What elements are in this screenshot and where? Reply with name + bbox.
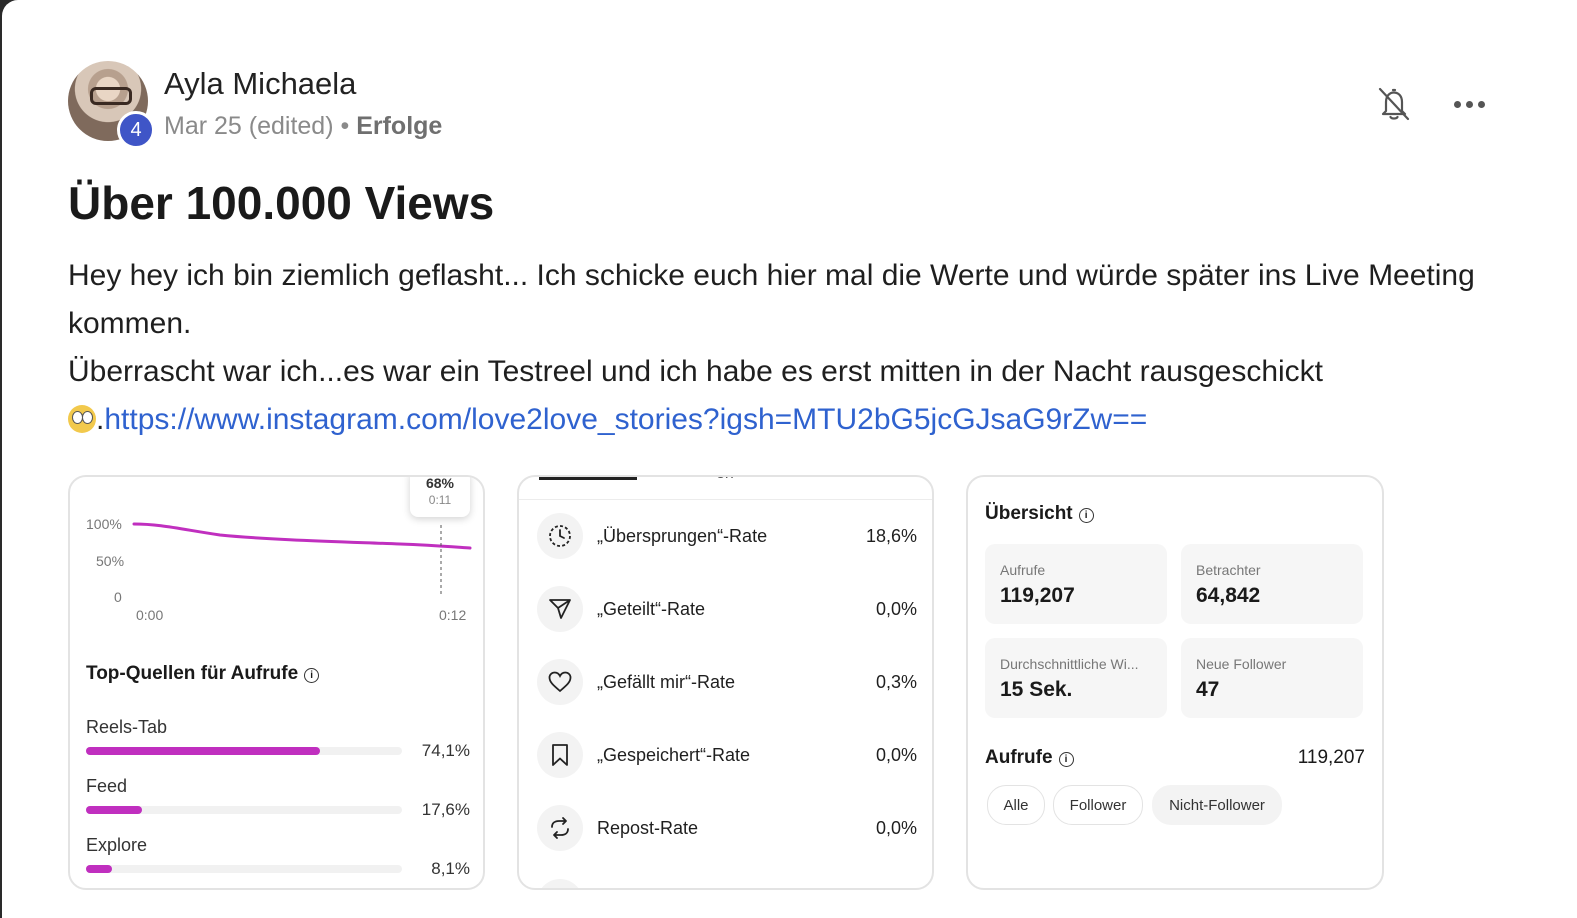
body-paragraph-1: Hey hey ich bin ziemlich geflasht... Ich… bbox=[68, 259, 1475, 340]
source-bar-track bbox=[86, 806, 402, 814]
tile-label: Aufrufe bbox=[1000, 562, 1046, 578]
x-label-start: 0:00 bbox=[136, 607, 164, 623]
source-reels-tab: Reels-Tab 74,1% bbox=[86, 717, 470, 760]
screenshot-rates-panel[interactable]: en „Übersprungen“-Rate 18,6% „Geteilt“-R… bbox=[517, 475, 934, 890]
source-percent: 8,1% bbox=[431, 859, 470, 878]
level-badge: 4 bbox=[117, 111, 155, 149]
source-label: Explore bbox=[86, 835, 148, 855]
source-bar-track bbox=[86, 747, 402, 755]
source-bar-fill bbox=[86, 806, 142, 814]
tile-label: Neue Follower bbox=[1196, 656, 1287, 672]
more-options-icon[interactable] bbox=[1454, 92, 1494, 116]
source-bar-fill bbox=[86, 865, 112, 873]
sources-title: Top-Quellen für Aufrufe i bbox=[86, 663, 320, 685]
rate-label: „Gefällt mir“-Rate bbox=[597, 672, 736, 692]
post-card: 4 Ayla Michaela Mar 25 (edited) • Erfolg… bbox=[2, 0, 1577, 918]
screenshot-retention-panel[interactable]: 68% 0:11 100% 50% 0 0:00 0:12 Top-Quelle… bbox=[68, 475, 485, 890]
rate-label: „Übersprungen“-Rate bbox=[597, 526, 768, 546]
tile-avg-watch-time: Durchschnittliche Wi... 15 Sek. bbox=[985, 638, 1167, 718]
chip-followers[interactable]: Follower bbox=[1053, 785, 1143, 825]
rate-value: 0,3% bbox=[875, 672, 917, 692]
source-percent: 74,1% bbox=[421, 741, 470, 760]
author-name[interactable]: Ayla Michaela bbox=[164, 66, 356, 102]
source-percent: 17,6% bbox=[421, 800, 470, 819]
views-section-title: Aufrufe i bbox=[985, 747, 1074, 769]
chip-non-followers[interactable]: Nicht-Follower bbox=[1152, 785, 1282, 825]
source-bar-track bbox=[86, 865, 402, 873]
tile-new-followers: Neue Follower 47 bbox=[1181, 638, 1363, 718]
source-feed: Feed 17,6% bbox=[86, 776, 470, 819]
tile-value: 64,842 bbox=[1196, 584, 1261, 607]
tile-label: Betrachter bbox=[1196, 562, 1261, 578]
body-paragraph-2: Überrascht war ich...es war ein Testreel… bbox=[68, 348, 1488, 444]
rate-row-liked: „Gefällt mir“-Rate 0,3% bbox=[537, 659, 917, 707]
share-icon bbox=[537, 586, 583, 632]
overview-title: Übersicht i bbox=[985, 503, 1094, 525]
post-body: Hey hey ich bin ziemlich geflasht... Ich… bbox=[68, 252, 1488, 444]
rate-row-shared: „Geteilt“-Rate 0,0% bbox=[537, 586, 917, 634]
source-label: Feed bbox=[86, 776, 128, 796]
tile-value: 119,207 bbox=[1000, 584, 1075, 607]
rate-row-repost: Repost-Rate 0,0% bbox=[537, 805, 917, 853]
tab-divider bbox=[519, 499, 932, 500]
tile-value: 15 Sek. bbox=[1000, 678, 1073, 701]
rate-value: 0,0% bbox=[875, 599, 917, 619]
views-total: 119,207 bbox=[1297, 747, 1365, 768]
repost-icon bbox=[537, 805, 583, 851]
next-row-icon-partial bbox=[537, 879, 583, 888]
post-meta: Mar 25 (edited) • Erfolge bbox=[164, 112, 442, 141]
rate-value: 0,0% bbox=[875, 745, 917, 765]
post-category[interactable]: Erfolge bbox=[356, 112, 442, 140]
active-tab-indicator bbox=[539, 477, 637, 480]
post-date: Mar 25 (edited) bbox=[164, 112, 334, 140]
info-icon[interactable]: i bbox=[1058, 752, 1074, 767]
info-icon[interactable]: i bbox=[304, 668, 320, 683]
screenshot-overview-panel[interactable]: Übersicht i Aufrufe 119,207 Betrachter 64… bbox=[966, 475, 1384, 890]
heart-icon bbox=[537, 659, 583, 705]
rate-label: „Gespeichert“-Rate bbox=[597, 745, 751, 765]
source-label: Reels-Tab bbox=[86, 717, 168, 737]
body-text-2: Überrascht war ich...es war ein Testreel… bbox=[68, 355, 1324, 388]
rate-label: „Geteilt“-Rate bbox=[597, 599, 706, 619]
retention-line bbox=[132, 522, 472, 550]
tile-value: 47 bbox=[1196, 678, 1220, 701]
meta-separator: • bbox=[340, 112, 350, 140]
tile-viewers: Betrachter 64,842 bbox=[1181, 544, 1363, 624]
post-title: Über 100.000 Views bbox=[68, 177, 495, 229]
tile-label: Durchschnittliche Wi... bbox=[1000, 656, 1139, 672]
rate-value: 0,0% bbox=[875, 818, 917, 838]
bell-off-icon[interactable] bbox=[1374, 84, 1414, 124]
source-explore: Explore 8,1% bbox=[86, 835, 470, 878]
source-bar-fill bbox=[86, 747, 321, 755]
retention-chart bbox=[132, 522, 472, 597]
flushed-face-emoji-icon bbox=[68, 405, 96, 433]
instagram-link[interactable]: https://www.instagram.com/love2love_stor… bbox=[104, 403, 1147, 436]
rate-value: 18,6% bbox=[865, 526, 917, 546]
tile-views: Aufrufe 119,207 bbox=[985, 544, 1167, 624]
chip-all[interactable]: Alle bbox=[987, 785, 1045, 825]
info-icon[interactable]: i bbox=[1078, 508, 1094, 523]
rate-row-saved: „Gespeichert“-Rate 0,0% bbox=[537, 732, 917, 780]
bookmark-icon bbox=[537, 732, 583, 778]
rate-row-skipped: „Übersprungen“-Rate 18,6% bbox=[537, 513, 917, 561]
skip-clock-icon bbox=[537, 513, 583, 559]
avatar-glasses bbox=[90, 87, 132, 105]
tab-label-partial: en bbox=[716, 477, 734, 483]
x-label-end: 0:12 bbox=[439, 607, 467, 623]
rate-label: Repost-Rate bbox=[597, 818, 699, 838]
